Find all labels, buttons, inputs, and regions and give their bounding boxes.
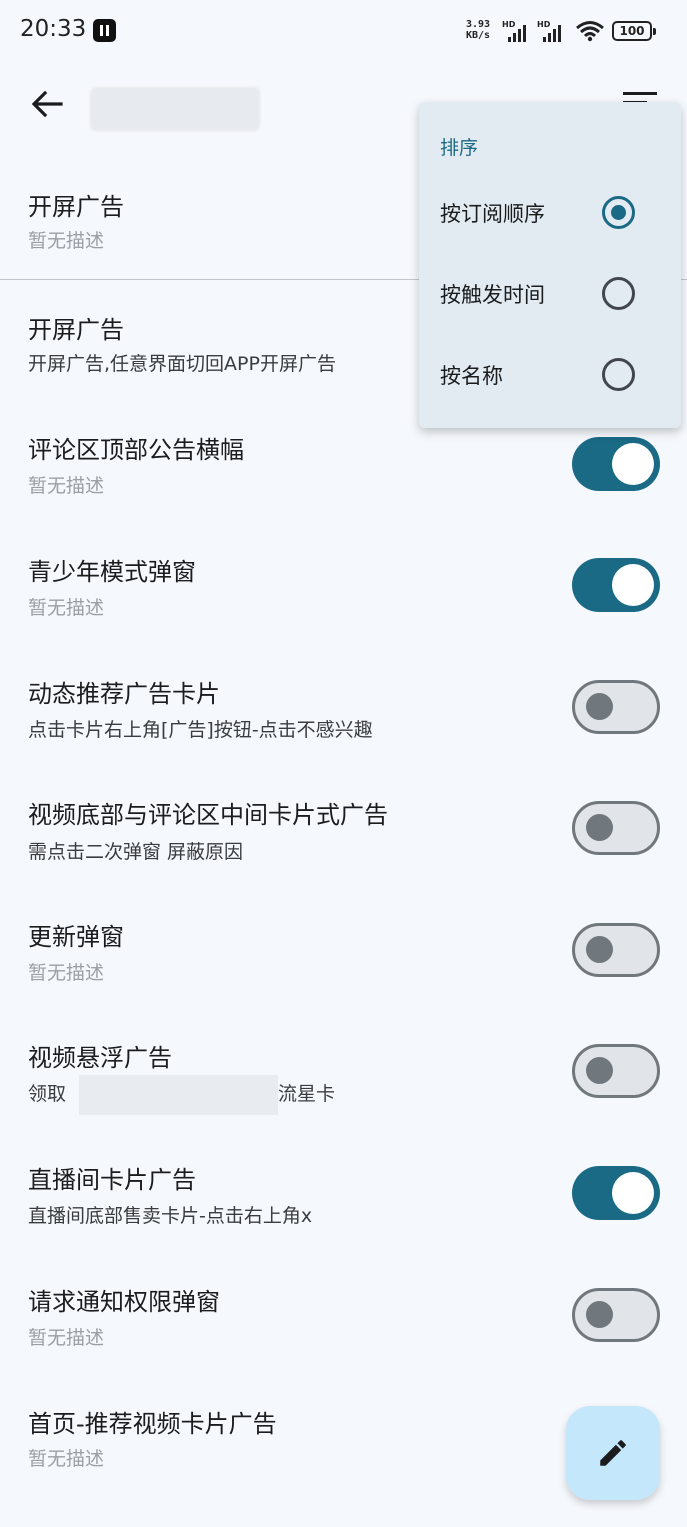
rule-row[interactable]: 直播间卡片广告 直播间底部售卖卡片-点击右上角x — [0, 1155, 687, 1265]
rule-toggle[interactable] — [572, 1288, 660, 1342]
rule-toggle[interactable] — [572, 1044, 660, 1098]
rule-title: 评论区顶部公告横幅 — [28, 436, 244, 464]
rule-desc: 开屏广告,任意界面切回APP开屏广告 — [28, 353, 336, 375]
sort-option-name[interactable]: 按名称 — [419, 333, 681, 413]
signal-2-icon: HD — [537, 20, 567, 42]
sort-option-label: 按名称 — [440, 364, 503, 388]
group-title: 开屏广告 — [28, 193, 124, 221]
arrow-left-icon — [31, 90, 63, 118]
rule-row[interactable]: 视频底部与评论区中间卡片式广告 需点击二次弹窗 屏蔽原因 — [0, 790, 687, 900]
back-button[interactable] — [22, 82, 72, 126]
rule-desc: 直播间底部售卖卡片-点击右上角x — [28, 1205, 313, 1227]
rule-toggle[interactable] — [572, 437, 660, 491]
radio-unchecked-icon[interactable] — [602, 277, 635, 310]
wifi-icon — [576, 21, 604, 42]
rule-row[interactable]: 更新弹窗 暂无描述 — [0, 912, 687, 1022]
sort-option-label: 按触发时间 — [440, 283, 545, 307]
radio-unchecked-icon[interactable] — [602, 358, 635, 391]
edit-pencil-icon — [600, 1440, 626, 1466]
rule-desc: 领取 — [28, 1083, 67, 1105]
rule-title: 视频悬浮广告 — [28, 1044, 172, 1072]
status-time: 20:33 — [20, 16, 87, 42]
rule-title: 开屏广告 — [28, 316, 124, 344]
sort-option-subscription-order[interactable]: 按订阅顺序 — [419, 171, 681, 251]
rule-title: 请求通知权限弹窗 — [28, 1288, 220, 1316]
recording-pause-icon — [93, 19, 116, 42]
rule-desc-suffix: 流星卡 — [278, 1083, 336, 1105]
rule-desc: 暂无描述 — [28, 1327, 105, 1349]
rule-desc: 暂无描述 — [28, 597, 105, 619]
sort-menu-header: 排序 — [440, 137, 479, 159]
group-desc: 暂无描述 — [28, 230, 105, 252]
rule-toggle[interactable] — [572, 923, 660, 977]
sort-option-label: 按订阅顺序 — [440, 202, 545, 226]
rule-toggle[interactable] — [572, 801, 660, 855]
status-bar: 20:33 3.93 KB/s HD HD 100 — [0, 0, 687, 62]
rule-desc: 暂无描述 — [28, 962, 105, 984]
rule-row[interactable]: 动态推荐广告卡片 点击卡片右上角[广告]按钮-点击不感兴趣 — [0, 669, 687, 779]
rule-row[interactable]: 请求通知权限弹窗 暂无描述 — [0, 1277, 687, 1387]
edit-fab-button[interactable] — [566, 1406, 660, 1500]
rule-title: 更新弹窗 — [28, 923, 124, 951]
page-title-redacted — [90, 87, 260, 131]
rule-toggle[interactable] — [572, 1166, 660, 1220]
rule-title: 动态推荐广告卡片 — [28, 680, 220, 708]
rule-title: 直播间卡片广告 — [28, 1166, 196, 1194]
rule-desc: 需点击二次弹窗 屏蔽原因 — [28, 841, 244, 863]
rule-title: 视频底部与评论区中间卡片式广告 — [28, 801, 388, 829]
rule-row[interactable]: 青少年模式弹窗 暂无描述 — [0, 547, 687, 657]
battery-icon: 100 — [612, 21, 656, 41]
signal-1-icon: HD — [502, 20, 532, 42]
radio-checked-icon[interactable] — [602, 196, 635, 229]
rule-desc: 点击卡片右上角[广告]按钮-点击不感兴趣 — [28, 719, 373, 741]
network-speed: 3.93 KB/s — [466, 19, 491, 41]
rule-desc: 暂无描述 — [28, 475, 105, 497]
redacted-text — [79, 1075, 278, 1115]
sort-popup-menu: 排序 按订阅顺序 按触发时间 按名称 — [419, 102, 681, 428]
rule-row[interactable]: 评论区顶部公告横幅 暂无描述 — [0, 425, 687, 535]
rule-desc: 暂无描述 — [28, 1448, 105, 1470]
sort-option-trigger-time[interactable]: 按触发时间 — [419, 252, 681, 332]
rule-toggle[interactable] — [572, 680, 660, 734]
rule-title: 青少年模式弹窗 — [28, 558, 196, 586]
rule-toggle[interactable] — [572, 558, 660, 612]
rule-title: 首页-推荐视频卡片广告 — [28, 1410, 277, 1438]
